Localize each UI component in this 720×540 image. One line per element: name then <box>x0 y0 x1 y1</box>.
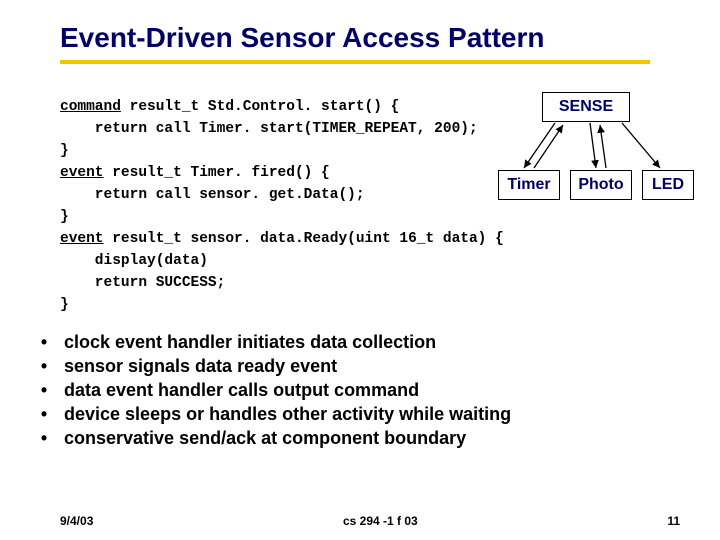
box-photo: Photo <box>570 170 632 200</box>
box-timer: Timer <box>498 170 560 200</box>
bullet-text: data event handler calls output command <box>64 378 419 402</box>
bullet-dot: • <box>36 402 52 426</box>
code-l2: return call Timer. start(TIMER_REPEAT, 2… <box>60 121 478 137</box>
slide: Event-Driven Sensor Access Pattern comma… <box>0 0 720 540</box>
code-l4: result_t Timer. fired() { <box>104 165 330 181</box>
kw-event1: event <box>60 165 104 181</box>
bullet-dot: • <box>36 378 52 402</box>
footer-date: 9/4/03 <box>60 514 93 528</box>
code-l7: result_t sensor. data.Ready(uint 16_t da… <box>104 231 504 247</box>
list-item: • device sleeps or handles other activity… <box>36 402 680 426</box>
box-sense: SENSE <box>542 92 630 122</box>
code-l10: } <box>60 297 69 313</box>
page-title: Event-Driven Sensor Access Pattern <box>60 22 680 54</box>
bullets: • clock event handler initiates data coll… <box>36 330 680 450</box>
list-item: • clock event handler initiates data coll… <box>36 330 680 354</box>
code-l3: } <box>60 143 69 159</box>
bullet-text: sensor signals data ready event <box>64 354 337 378</box>
list-item: • sensor signals data ready event <box>36 354 680 378</box>
bullet-text: clock event handler initiates data colle… <box>64 330 436 354</box>
kw-event2: event <box>60 231 104 247</box>
footer-course: cs 294 -1 f 03 <box>343 514 418 528</box>
bullet-text: device sleeps or handles other activity … <box>64 402 511 426</box>
code-l5: return call sensor. get.Data(); <box>60 187 365 203</box>
list-item: • conservative send/ack at component boun… <box>36 426 680 450</box>
code-l8: display(data) <box>60 253 208 269</box>
list-item: • data event handler calls output command <box>36 378 680 402</box>
kw-command: command <box>60 99 121 115</box>
bullet-dot: • <box>36 354 52 378</box>
bullet-text: conservative send/ack at component bound… <box>64 426 466 450</box>
title-underline <box>60 60 650 64</box>
code-l1: result_t Std.Control. start() { <box>121 99 399 115</box>
bullet-dot: • <box>36 426 52 450</box>
footer: 9/4/03 cs 294 -1 f 03 11 <box>60 514 680 528</box>
bullet-dot: • <box>36 330 52 354</box>
code-l9: return SUCCESS; <box>60 275 225 291</box>
code-l6: } <box>60 209 69 225</box>
footer-page: 11 <box>667 514 680 528</box>
box-led: LED <box>642 170 694 200</box>
